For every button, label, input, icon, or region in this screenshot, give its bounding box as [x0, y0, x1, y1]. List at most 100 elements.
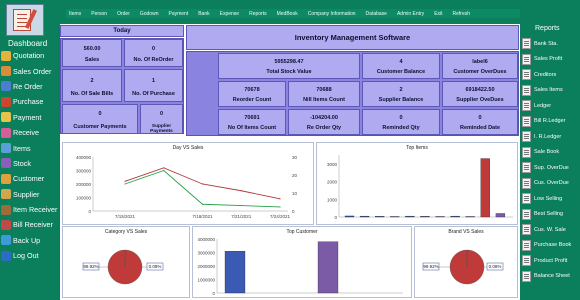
bar	[224, 250, 246, 294]
report-item-sales-items[interactable]: Sales Items	[522, 83, 580, 99]
menu-item-payment[interactable]: Payment	[163, 11, 193, 17]
report-item-label: Sales Items	[534, 87, 563, 94]
nav-item-stock[interactable]: Stock	[0, 156, 58, 171]
stock-icon	[1, 158, 11, 169]
menu-item-company-information[interactable]: Company Information	[303, 11, 361, 17]
menu-item-admin-entry[interactable]: Admin Entry	[392, 11, 429, 17]
bar	[435, 216, 445, 218]
nav-item-payment[interactable]: Payment	[0, 110, 58, 125]
nav-item-label: Quotation	[13, 51, 45, 61]
report-item-ledger[interactable]: Ledger	[522, 98, 580, 114]
top-bar: Items Person Order Godown Payment Bank Expense…	[58, 0, 521, 24]
report-item-creditors[interactable]: Creditors	[522, 67, 580, 83]
report-item-bill-r-ledger[interactable]: Bill R.Ledger	[522, 114, 580, 130]
menu-item-reports[interactable]: Reports	[244, 11, 272, 17]
report-item-sale-book[interactable]: Sale Book	[522, 145, 580, 161]
top-items-svg: 0 1000 2000 3000	[327, 155, 513, 220]
nav-item-log-out[interactable]: Log Out	[0, 248, 58, 263]
nav-item-quotation[interactable]: Quotation	[0, 48, 58, 63]
menu-item-expense[interactable]: Expense	[215, 11, 244, 17]
nav-item-supplier[interactable]: Supplier	[0, 187, 58, 202]
bar	[344, 215, 355, 218]
report-item-purchase-book[interactable]: Purchase Book	[522, 238, 580, 254]
category-vs-sales-chart: Category VS Sales 99.92% 0.08%	[62, 226, 190, 298]
report-item-sales-profit[interactable]: Sales Profit	[522, 52, 580, 68]
menu-item-person[interactable]: Person	[86, 11, 112, 17]
report-document-icon	[522, 115, 531, 127]
stat-reorder-count: 70678 Reorder Count	[218, 81, 286, 107]
nav-item-label: Items	[13, 143, 31, 153]
report-item-sup-overdue[interactable]: Sup. OverDue	[522, 160, 580, 176]
menu-item-medbook[interactable]: MedBook	[272, 11, 303, 17]
nav-item-customer[interactable]: Customer	[0, 171, 58, 186]
menu-item-items[interactable]: Items	[66, 11, 86, 17]
menu-item-refresh[interactable]: Refresh	[448, 11, 476, 17]
bar	[420, 216, 430, 218]
quotation-icon	[1, 50, 11, 61]
stat-supplier-overdues: 6918422.50 Supplier OveDues	[442, 81, 518, 107]
stat-customer-payments: 0 Customer Payments	[62, 104, 138, 134]
stat-reminded-date: 0 Reminded Date	[442, 109, 518, 135]
bar	[375, 216, 385, 218]
menu-item-bank[interactable]: Bank	[193, 11, 214, 17]
data-point	[163, 167, 165, 169]
menu-item-database[interactable]: Database	[361, 11, 392, 17]
menu-item-godown[interactable]: Godown	[135, 11, 164, 17]
report-document-icon	[522, 162, 531, 174]
report-item-label: Low Selling	[534, 195, 563, 202]
reports-title: Reports	[535, 25, 560, 32]
menu-item-exit[interactable]: Exit	[429, 11, 447, 17]
nav-item-item-receiver[interactable]: Item Receiver	[0, 202, 58, 217]
nav-item-re-order[interactable]: Re Order	[0, 79, 58, 94]
data-point	[240, 205, 242, 207]
nav-item-items[interactable]: Items	[0, 140, 58, 155]
stat-sale-bills: 2 No. Of Sale Bills	[62, 69, 122, 102]
category-vs-sales-svg: 99.92% 0.08%	[82, 249, 164, 285]
report-item-best-selling[interactable]: Best Selling	[522, 207, 580, 223]
stat-purchase: 1 No. Of Purchase	[124, 69, 183, 102]
report-item-bank-sta[interactable]: Bank Sta.	[522, 36, 580, 52]
report-item-label: I. R.Ledger	[534, 133, 562, 140]
report-document-icon	[522, 270, 531, 282]
nav-item-label: Payment	[13, 112, 42, 122]
report-item-balance-sheet[interactable]: Balance Sheet	[522, 269, 580, 285]
pie-label: 99.92%	[83, 264, 98, 269]
nav-item-purchase[interactable]: Purchase	[0, 94, 58, 109]
top-customer-chart: Top Customer 0 1000000 2000000 3000000 40000…	[192, 226, 412, 298]
reports-nav-list: Bank Sta. Sales Profit Creditors Sales Item…	[522, 36, 580, 284]
report-item-i-r-ledger[interactable]: I. R.Ledger	[522, 129, 580, 145]
series-line-1	[124, 169, 281, 208]
data-point	[201, 183, 204, 185]
stat-total-stock-value: 5955298.47 Total Stock Value	[218, 53, 360, 79]
report-item-label: Cus. OverDue	[534, 180, 569, 187]
nav-item-label: Back Up	[13, 235, 41, 245]
x-tick-label: 7/18/2021	[192, 214, 213, 219]
report-item-product-profit[interactable]: Product Profit	[522, 253, 580, 269]
report-item-low-selling[interactable]: Low Selling	[522, 191, 580, 207]
nav-item-label: Bill Receiver	[13, 220, 53, 230]
day-vs-sales-chart: Day VS Sales 0 100000 200000 300000 400000 0 1…	[62, 142, 314, 225]
nav-item-receive[interactable]: Receive	[0, 125, 58, 140]
nav-item-sales-order[interactable]: Sales Order	[0, 63, 58, 78]
report-document-icon	[522, 239, 531, 251]
stat-reorder-qty: -104204.00 Re Order Qty	[288, 109, 360, 135]
y-tick-label: 3000	[327, 162, 338, 167]
x-tick-label: 7/21/2021	[231, 214, 252, 219]
nav-item-label: Purchase	[13, 97, 44, 107]
report-item-cus-overdue[interactable]: Cus. OverDue	[522, 176, 580, 192]
nav-item-label: Re Order	[13, 81, 43, 91]
nav-item-bill-receiver[interactable]: Bill Receiver	[0, 217, 58, 232]
nav-item-back-up[interactable]: Back Up	[0, 233, 58, 248]
nav-item-label: Receive	[13, 128, 39, 138]
customer-icon	[1, 173, 11, 184]
logout-icon	[1, 250, 11, 261]
sales-order-icon	[1, 66, 11, 77]
report-document-icon	[522, 193, 531, 205]
report-item-label: Bank Sta.	[534, 40, 558, 47]
y2-tick-label: 10	[292, 191, 298, 196]
menu-item-order[interactable]: Order	[112, 11, 135, 17]
data-point	[124, 180, 126, 182]
report-item-cus-w-sale[interactable]: Cus. W. Sale	[522, 222, 580, 238]
y-tick-label: 100000	[76, 196, 92, 201]
data-point	[279, 206, 281, 208]
